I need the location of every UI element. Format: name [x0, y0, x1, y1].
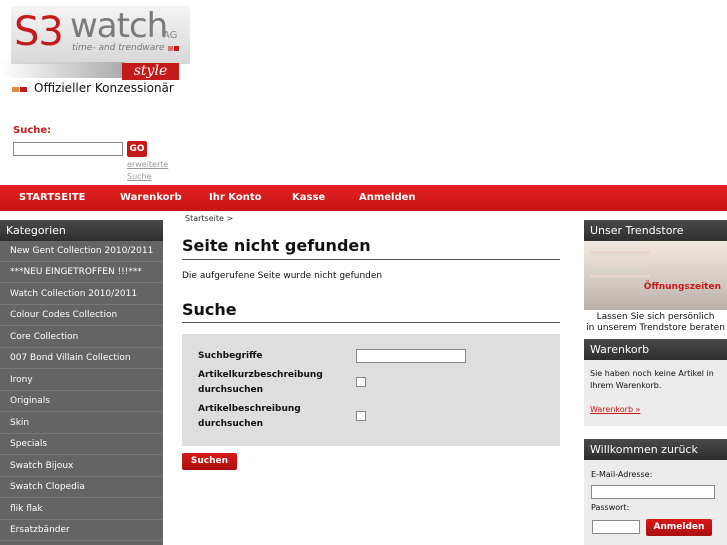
- divider: [182, 259, 560, 260]
- desc-checkbox[interactable]: [356, 411, 366, 421]
- category-item[interactable]: Originals: [0, 391, 163, 412]
- trendstore-text: Lassen Sie sich persönlich in unserem Tr…: [584, 312, 727, 336]
- search-term-label: Suchbegriffe: [198, 351, 263, 361]
- nav-anmelden[interactable]: Anmelden: [359, 185, 416, 211]
- shop-logo[interactable]: S3 watch AG time- and trendware style Of…: [0, 0, 192, 100]
- short-desc-checkbox[interactable]: [356, 377, 366, 387]
- divider: [182, 322, 560, 323]
- category-item[interactable]: Swatch Bijoux: [0, 456, 163, 477]
- category-item[interactable]: Irony: [0, 370, 163, 391]
- breadcrumb[interactable]: Startseite >: [185, 214, 233, 223]
- trendstore-text-line1: Lassen Sie sich persönlich: [596, 312, 715, 322]
- page-title: Seite nicht gefunden: [182, 236, 371, 255]
- login-button[interactable]: Anmelden: [646, 519, 712, 536]
- trendstore-text-line2: in unserem Trendstore beraten: [586, 323, 725, 333]
- category-item[interactable]: Watch Collection 2010/2011: [0, 284, 163, 305]
- desc-label: Artikelbeschreibung: [198, 404, 301, 414]
- logo-ag: AG: [163, 30, 178, 41]
- categories-sidebar: Kategorien New Gent Collection 2010/2011…: [0, 220, 163, 545]
- logo-square-red-icon: [174, 46, 179, 51]
- category-item[interactable]: Core Collection: [0, 327, 163, 348]
- advanced-search-link[interactable]: erweiterte Suche: [127, 159, 177, 183]
- opening-hours-link[interactable]: Öffnungszeiten: [644, 282, 721, 292]
- search-submit-button[interactable]: Suchen: [182, 453, 237, 470]
- category-item[interactable]: Ersatzbänder: [0, 520, 163, 541]
- nav-kasse[interactable]: Kasse: [292, 185, 325, 211]
- category-item[interactable]: New Gent Collection 2010/2011: [0, 241, 163, 262]
- nav-startseite[interactable]: STARTSEITE: [19, 185, 85, 211]
- search-form: Suchbegriffe Artikelkurzbeschreibung dur…: [182, 334, 560, 446]
- short-desc-label-line2: durchsuchen: [198, 385, 264, 395]
- welcome-title: Willkommen zurück: [584, 439, 727, 460]
- category-item[interactable]: 007 Bond Villain Collection: [0, 348, 163, 369]
- email-field[interactable]: [591, 485, 715, 499]
- cart-title: Warenkorb: [584, 339, 727, 360]
- shelf-decoration: [590, 275, 650, 278]
- logo-square-light-icon: [168, 46, 173, 51]
- logo-swoosh: [0, 62, 125, 78]
- categories-title: Kategorien: [0, 220, 163, 241]
- short-desc-label: Artikelkurzbeschreibung: [198, 370, 323, 380]
- category-item[interactable]: Colour Codes Collection: [0, 305, 163, 326]
- cart-link[interactable]: Warenkorb »: [590, 405, 640, 414]
- nav-warenkorb[interactable]: Warenkorb: [120, 185, 182, 211]
- logo-s3: S3: [14, 9, 64, 55]
- cart-empty-text: Sie haben noch keine Artikel in Ihrem Wa…: [590, 369, 714, 390]
- search-label: Suche:: [13, 125, 52, 136]
- top-navigation: STARTSEITE Warenkorb Ihr Konto Kasse Anm…: [0, 185, 727, 211]
- trendstore-image[interactable]: Öffnungszeiten: [584, 241, 727, 310]
- desc-label-line2: durchsuchen: [198, 419, 264, 429]
- konzessionaer-mark-red-icon: [20, 87, 27, 92]
- trendstore-title: Unser Trendstore: [584, 220, 727, 241]
- email-label: E-Mail-Adresse:: [591, 470, 653, 479]
- password-field[interactable]: [592, 520, 640, 534]
- shelf-decoration: [590, 263, 650, 266]
- logo-tagline: time- and trendware: [72, 43, 165, 53]
- category-item[interactable]: Swatch Clopedia: [0, 477, 163, 498]
- category-item[interactable]: flik flak: [0, 499, 163, 520]
- category-item[interactable]: Specials: [0, 434, 163, 455]
- category-item[interactable]: Skin: [0, 413, 163, 434]
- konzessionaer-mark-orange-icon: [12, 87, 19, 92]
- not-found-message: Die aufgerufene Seite wurde nicht gefund…: [182, 271, 383, 281]
- category-item[interactable]: ***NEU EINGETROFFEN !!!***: [0, 262, 163, 283]
- shelf-decoration: [590, 251, 650, 254]
- search-input[interactable]: [13, 142, 123, 156]
- search-go-button[interactable]: GO: [127, 141, 147, 157]
- nav-ihr-konto[interactable]: Ihr Konto: [209, 185, 261, 211]
- logo-style-badge: style: [122, 63, 179, 80]
- search-term-input[interactable]: [356, 349, 466, 363]
- konzessionaer-label: Offizieller Konzessionär: [34, 81, 174, 95]
- search-section-title: Suche: [182, 300, 237, 319]
- logo-watch: watch: [70, 6, 168, 46]
- password-label: Passwort:: [591, 503, 630, 512]
